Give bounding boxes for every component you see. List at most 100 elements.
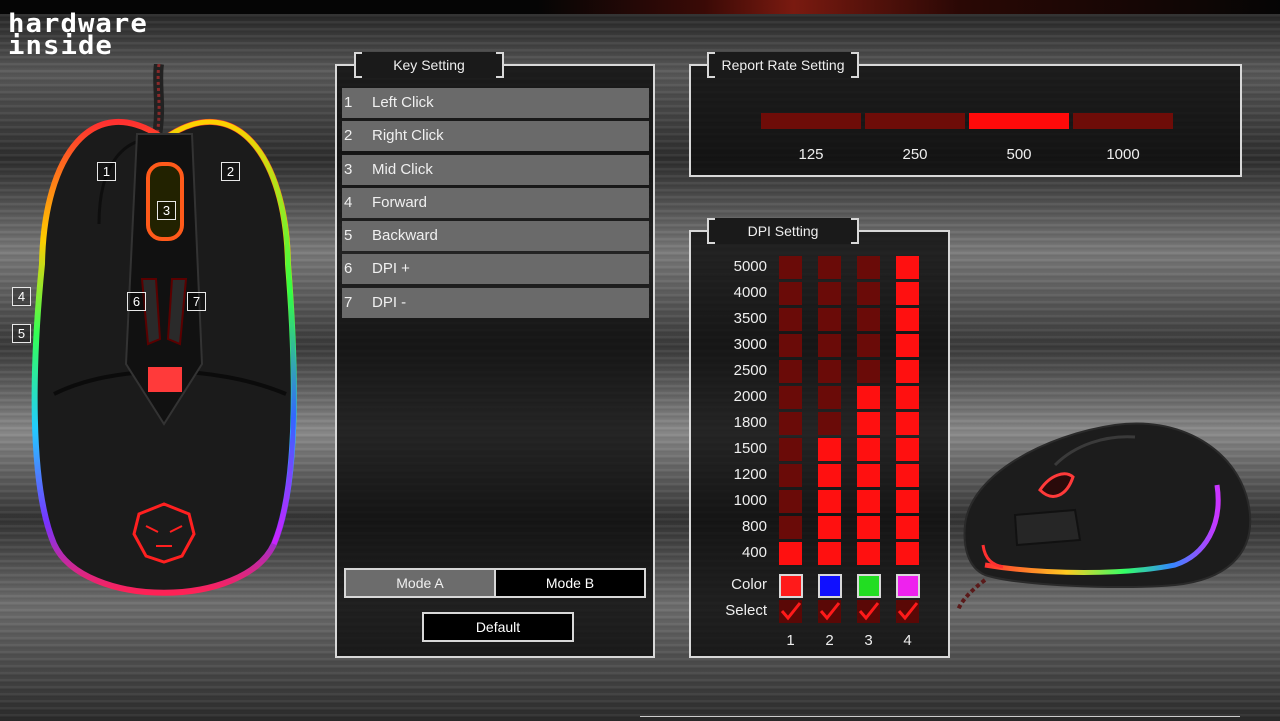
dpi-cell[interactable] [896,282,919,305]
select-checkbox-3[interactable] [857,600,880,623]
dpi-level-label: 1200 [733,466,767,483]
dpi-cell[interactable] [896,542,919,565]
key-item-6[interactable]: 6 DPI + [342,254,649,285]
dpi-cell[interactable] [896,516,919,539]
color-swatch-1[interactable] [779,574,803,598]
dpi-level-label: 1800 [733,414,767,431]
default-button[interactable]: Default [422,612,574,642]
mode-a-button[interactable]: Mode A [346,570,496,596]
dpi-cell[interactable] [779,386,802,409]
dpi-cell[interactable] [818,386,841,409]
dpi-cell[interactable] [896,412,919,435]
key-list: 1 Left Click 2 Right Click 3 Mid Click 4 For… [342,88,649,321]
checkmark-icon [897,602,919,621]
rate-option-500[interactable] [969,113,1069,129]
dpi-cell[interactable] [779,282,802,305]
dpi-cell[interactable] [896,360,919,383]
dpi-level-label: 1500 [733,440,767,457]
dpi-cell[interactable] [779,464,802,487]
rate-label-1000: 1000 [1106,146,1140,163]
key-item-5[interactable]: 5 Backward [342,221,649,252]
callout-7: 7 [187,292,206,311]
dpi-cell[interactable] [818,542,841,565]
dpi-cell[interactable] [857,256,880,279]
dpi-cell[interactable] [779,412,802,435]
callout-5: 5 [12,324,31,343]
report-rate-panel: Report Rate Setting 125 250 500 1000 [689,52,1242,177]
key-num: 3 [344,160,353,178]
dpi-cell[interactable] [818,360,841,383]
color-swatch-4[interactable] [896,574,920,598]
key-item-2[interactable]: 2 Right Click [342,121,649,152]
color-swatch-3[interactable] [857,574,881,598]
mode-b-button[interactable]: Mode B [496,570,644,596]
dpi-cell[interactable] [857,334,880,357]
dpi-cell[interactable] [896,490,919,513]
key-num: 1 [344,94,353,111]
top-band [0,0,1280,14]
dpi-cell[interactable] [779,334,802,357]
key-setting-panel: Key Setting 1 Left Click 2 Right Click 3 Mi… [335,52,655,658]
dpi-cell[interactable] [857,542,880,565]
dpi-cell[interactable] [857,386,880,409]
callout-4: 4 [12,287,31,306]
dpi-setting-panel: DPI Setting Color Select 5000 4000 3500 300… [689,218,950,658]
dpi-cell[interactable] [779,256,802,279]
profile-number: 1 [786,632,795,649]
dpi-cell[interactable] [818,438,841,461]
key-num: 7 [344,293,353,311]
dpi-cell[interactable] [818,282,841,305]
checkmark-icon [858,602,880,621]
dpi-cell[interactable] [896,256,919,279]
dpi-cell[interactable] [779,490,802,513]
dpi-cell[interactable] [857,282,880,305]
rate-option-1000[interactable] [1073,113,1173,129]
dpi-cell[interactable] [818,490,841,513]
dpi-cell[interactable] [857,516,880,539]
key-item-7[interactable]: 7 DPI - [342,287,649,318]
select-checkbox-2[interactable] [818,600,841,623]
rate-option-250[interactable] [865,113,965,129]
select-checkbox-4[interactable] [896,600,919,623]
mode-toggle: Mode A Mode B [344,568,646,598]
callout-3: 3 [157,201,176,220]
checkmark-icon [819,602,841,621]
select-checkbox-1[interactable] [779,600,802,623]
dpi-cell[interactable] [857,412,880,435]
dpi-cell[interactable] [896,386,919,409]
bottom-strip [640,716,1240,721]
key-label: Left Click [372,94,434,111]
dpi-cell[interactable] [818,334,841,357]
color-row-label: Color [731,576,767,593]
dpi-cell[interactable] [779,360,802,383]
dpi-cell[interactable] [818,308,841,331]
dpi-cell[interactable] [818,256,841,279]
key-item-3[interactable]: 3 Mid Click [342,154,649,185]
dpi-cell[interactable] [896,464,919,487]
dpi-cell[interactable] [779,516,802,539]
dpi-cell[interactable] [857,464,880,487]
key-label: DPI - [372,293,407,311]
key-num: 2 [344,127,353,145]
dpi-cell[interactable] [857,490,880,513]
dpi-cell[interactable] [818,464,841,487]
dpi-level-label: 800 [741,518,767,535]
dpi-cell[interactable] [896,308,919,331]
dpi-cell[interactable] [857,360,880,383]
dpi-cell[interactable] [857,308,880,331]
key-num: 4 [344,193,353,211]
dpi-cell[interactable] [857,438,880,461]
dpi-level-label: 2000 [733,388,767,405]
key-num: 6 [344,260,353,278]
dpi-cell[interactable] [818,516,841,539]
rate-option-125[interactable] [761,113,861,129]
dpi-cell[interactable] [779,438,802,461]
key-item-1[interactable]: 1 Left Click [342,88,649,118]
dpi-cell[interactable] [896,334,919,357]
color-swatch-2[interactable] [818,574,842,598]
key-item-4[interactable]: 4 Forward [342,187,649,218]
dpi-cell[interactable] [779,542,802,565]
dpi-cell[interactable] [818,412,841,435]
dpi-cell[interactable] [896,438,919,461]
dpi-cell[interactable] [779,308,802,331]
